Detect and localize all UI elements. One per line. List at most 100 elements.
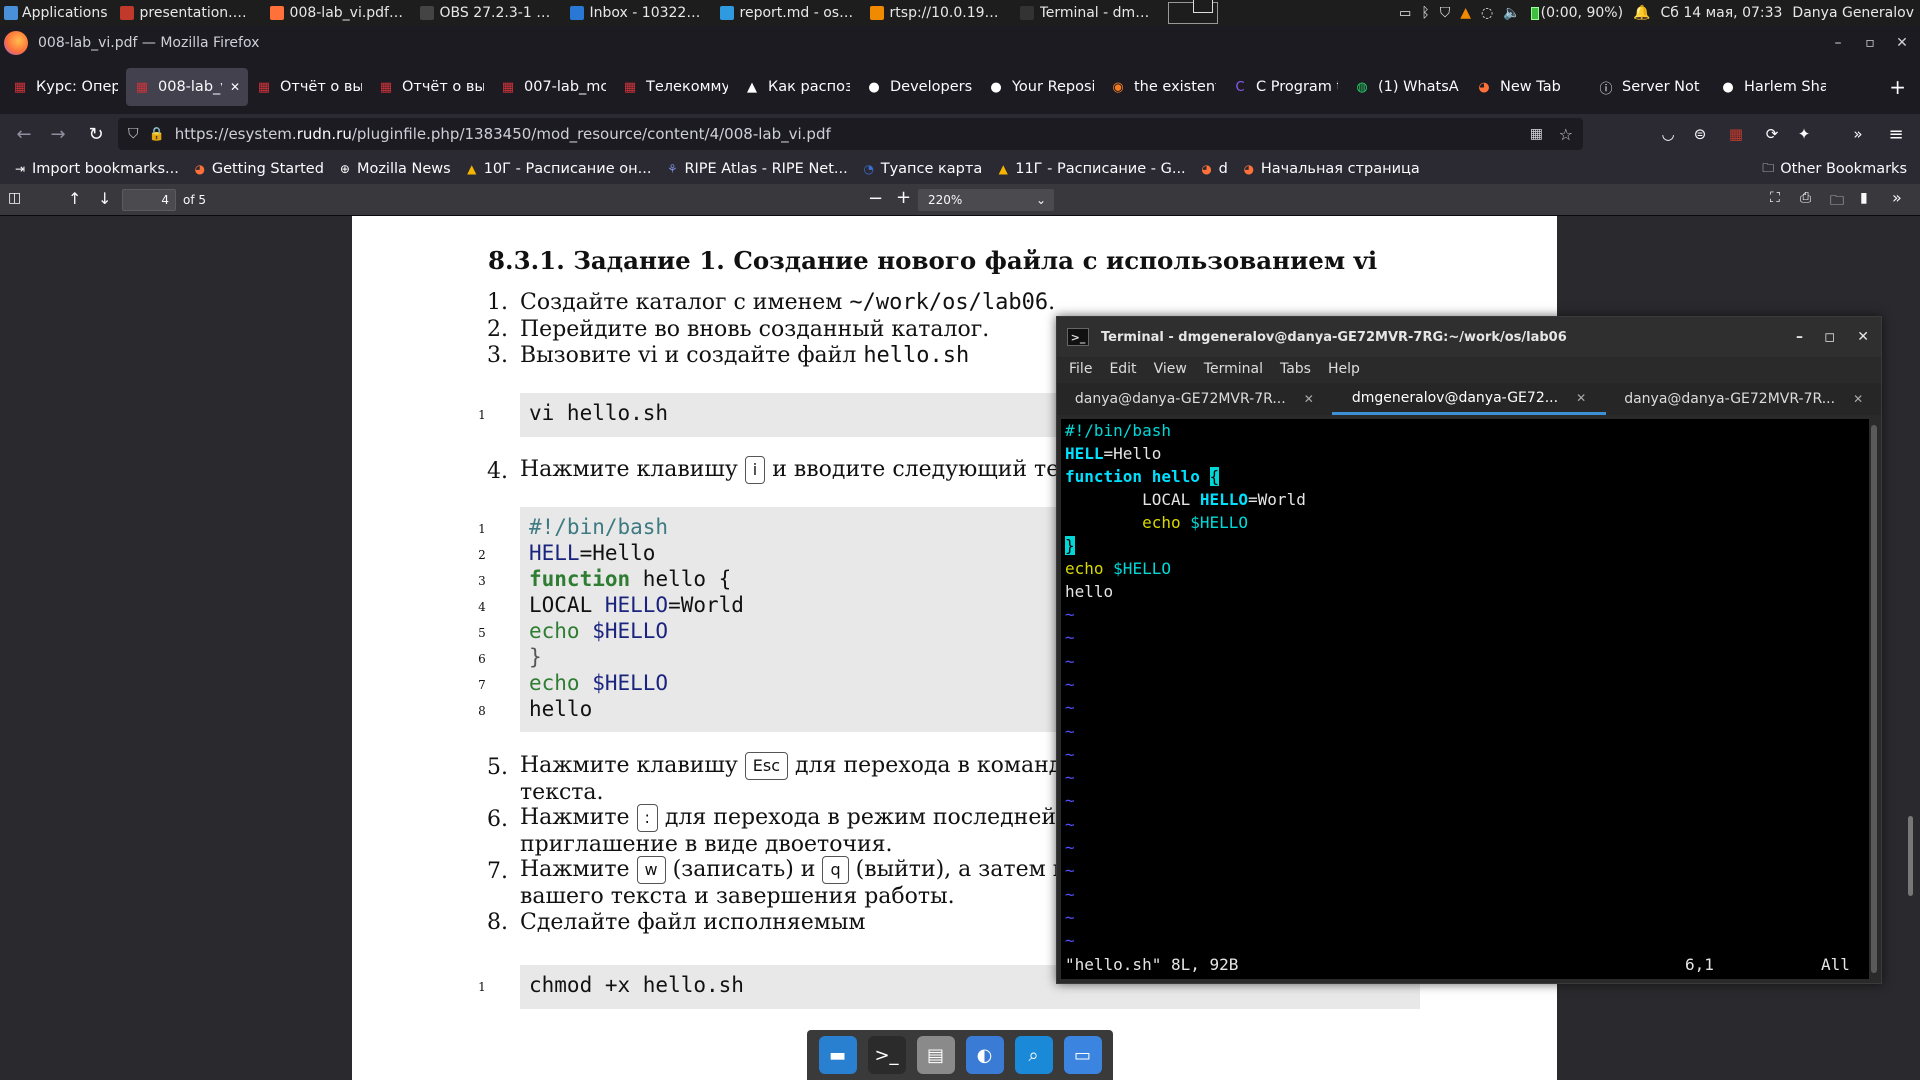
bookmark-item[interactable]: ⊕ Mozilla News [331, 161, 458, 177]
tracking-shield-icon[interactable]: ⛉ [128, 126, 139, 142]
battery-indicator[interactable]: (0:00, 90%) [1530, 5, 1623, 21]
terminal-icon[interactable]: >_ [867, 1036, 906, 1074]
taskbar-item[interactable]: Terminal - dmg... [1012, 0, 1162, 26]
close-tab-icon[interactable]: ✕ [1576, 391, 1586, 405]
pdf-scrollbar[interactable] [1908, 816, 1913, 896]
terminal-menu-item[interactable]: View [1154, 361, 1187, 377]
bookmark-item[interactable]: ▲ 10Г - Расписание он... [458, 161, 659, 177]
user-menu[interactable]: Danya Generalov [1792, 5, 1914, 21]
print-icon[interactable]: ⎙ [1800, 190, 1811, 206]
browser-tab[interactable]: ▦ Курс: Опер [4, 68, 126, 106]
taskbar-item[interactable]: rtsp://10.0.192.... [862, 0, 1012, 26]
browser-tab[interactable]: ▦ 007-lab_mc [492, 68, 614, 106]
previous-page-icon[interactable]: ↑ [68, 189, 81, 208]
shield-icon[interactable]: ⛉ [1440, 5, 1451, 21]
browser-tab[interactable]: ▦ Телекомму [614, 68, 736, 106]
close-tab-icon[interactable]: ✕ [1304, 392, 1314, 406]
folder-icon[interactable]: ▭ [1063, 1036, 1102, 1074]
taskbar-item[interactable]: presentation.p... [112, 0, 262, 26]
rudn-extension-icon[interactable]: ▦ [1720, 118, 1752, 150]
terminal-menu-item[interactable]: Help [1328, 361, 1360, 377]
terminal-maximize-button[interactable]: ◻ [1824, 330, 1835, 345]
browser-tab[interactable]: ◕ New Tab [1468, 68, 1590, 106]
browser-tab[interactable]: ▦ Отчёт о вы [248, 68, 370, 106]
sidebar-toggle-icon[interactable]: ◫ [8, 190, 21, 206]
terminal-menu-item[interactable]: Tabs [1280, 361, 1311, 377]
taskbar-item[interactable]: report.md - os-i... [712, 0, 862, 26]
browser-tab[interactable]: ▲ Как распоз [736, 68, 858, 106]
search-icon[interactable]: ⌕ [1014, 1036, 1053, 1074]
other-bookmarks[interactable]: 🗀 Other Bookmarks [1754, 161, 1914, 178]
browser-tab[interactable]: ● Your Reposi [980, 68, 1102, 106]
page-number-input[interactable]: 4 [122, 189, 176, 211]
taskbar-item[interactable]: OBS 27.2.3-1 (li... [412, 0, 562, 26]
sync-icon[interactable]: ⟳ [1756, 118, 1788, 150]
browser-tab[interactable]: ◍ (1) WhatsAp [1346, 68, 1468, 106]
bluetooth-icon[interactable]: ᛒ [1421, 5, 1429, 21]
volume-icon[interactable]: 🔈 [1503, 5, 1520, 21]
close-tab-icon[interactable]: ✕ [1853, 392, 1863, 406]
vlc-tray-icon[interactable]: ▲ [1460, 5, 1471, 21]
presentation-mode-icon[interactable]: ⛶ [1770, 190, 1780, 206]
bookmark-item[interactable]: ◔ Туапсе карта [855, 161, 990, 177]
terminal-menu-item[interactable]: Terminal [1204, 361, 1263, 377]
bookmark-item[interactable]: ◕ d [1193, 161, 1235, 177]
terminal-minimize-button[interactable]: – [1796, 329, 1803, 345]
zoom-select[interactable]: 220% ⌄ [918, 189, 1054, 211]
taskbar-item[interactable]: 008-lab_vi.pdf ... [262, 0, 412, 26]
terminal-titlebar[interactable]: >_ Terminal - dmgeneralov@danya-GE72MVR-… [1057, 317, 1881, 357]
bookmark-item[interactable]: ◕ Начальная страница [1235, 161, 1427, 177]
new-tab-icon[interactable]: + [1889, 75, 1906, 99]
zoom-in-icon[interactable]: + [896, 187, 911, 208]
applications-menu[interactable]: Applications [0, 0, 112, 26]
extension-icon[interactable]: ⊜ [1684, 118, 1716, 150]
lock-icon[interactable]: 🔒 [149, 127, 165, 142]
qr-code-icon[interactable]: ▦ [1530, 126, 1543, 142]
hamburger-menu-icon[interactable]: ≡ [1880, 118, 1912, 150]
clock[interactable]: Сб 14 мая, 07:33 [1660, 5, 1782, 21]
tools-menu-icon[interactable]: » [1892, 188, 1902, 207]
url-text[interactable]: https://esystem.rudn.ru/pluginfile.php/1… [175, 125, 831, 143]
browser-tab[interactable]: ● Developers [858, 68, 980, 106]
browser-tab[interactable]: ▦ 008-lab_vi ✕ [126, 68, 248, 106]
browser-tab[interactable]: C C Program t [1224, 68, 1346, 106]
minimize-button[interactable]: – [1822, 26, 1854, 60]
pocket-icon[interactable]: ◡ [1652, 118, 1684, 150]
terminal-menu-item[interactable]: File [1069, 361, 1092, 377]
bookmark-star-icon[interactable]: ☆ [1559, 125, 1573, 144]
browser-tab[interactable]: ⓘ Server Not F [1590, 68, 1712, 106]
terminal-menu-item[interactable]: Edit [1109, 361, 1136, 377]
reload-button[interactable]: ↻ [80, 118, 112, 150]
overflow-menu-icon[interactable]: » [1842, 118, 1874, 150]
next-page-icon[interactable]: ↓ [98, 189, 111, 208]
terminal-close-button[interactable]: ✕ [1857, 329, 1869, 345]
screen-icon[interactable]: ▭ [1399, 6, 1411, 21]
terminal-scrollbar[interactable] [1871, 425, 1877, 973]
browser-tab[interactable]: ● Harlem Sha [1712, 68, 1834, 106]
vim-editor[interactable]: #!/bin/bash HELL=Hello function hello { … [1061, 419, 1869, 979]
bookmark-item[interactable]: ◕ Getting Started [186, 161, 331, 177]
close-button[interactable]: ✕ [1886, 26, 1918, 60]
extensions-puzzle-icon[interactable]: ✦ [1788, 118, 1820, 150]
url-bar[interactable]: ⛉ 🔒 https://esystem.rudn.ru/pluginfile.p… [118, 118, 1583, 150]
terminal-tab[interactable]: danya@danya-GE72MVR-7R... ✕ [1606, 383, 1881, 415]
zoom-out-icon[interactable]: − [868, 188, 883, 209]
browser-icon[interactable]: ◐ [965, 1036, 1004, 1074]
save-icon[interactable]: 🗀 [1830, 190, 1844, 214]
terminal-tab[interactable]: danya@danya-GE72MVR-7R... ✕ [1057, 383, 1332, 415]
maximize-button[interactable]: ▫ [1854, 26, 1886, 60]
bookmark-icon[interactable]: ▮ [1860, 190, 1868, 206]
notifications-icon[interactable]: 🔔 [1633, 5, 1650, 21]
bookmark-item[interactable]: ⚘ RIPE Atlas - RIPE Net... [658, 161, 854, 177]
network-icon[interactable]: ◌ [1481, 5, 1493, 21]
browser-tab[interactable]: ◉ the existent [1102, 68, 1224, 106]
forward-button[interactable]: → [42, 118, 74, 150]
back-button[interactable]: ← [8, 118, 40, 150]
taskbar-item[interactable]: Inbox - 103221... [562, 0, 712, 26]
files-icon[interactable]: ▤ [916, 1036, 955, 1074]
bookmark-item[interactable]: ⇥ Import bookmarks... [6, 161, 186, 177]
browser-tab[interactable]: ▦ Отчёт о вы [370, 68, 492, 106]
terminal-window[interactable]: >_ Terminal - dmgeneralov@danya-GE72MVR-… [1056, 316, 1882, 984]
close-tab-icon[interactable]: ✕ [230, 80, 240, 94]
bookmark-item[interactable]: ▲ 11Г - Расписание - G... [989, 161, 1192, 177]
